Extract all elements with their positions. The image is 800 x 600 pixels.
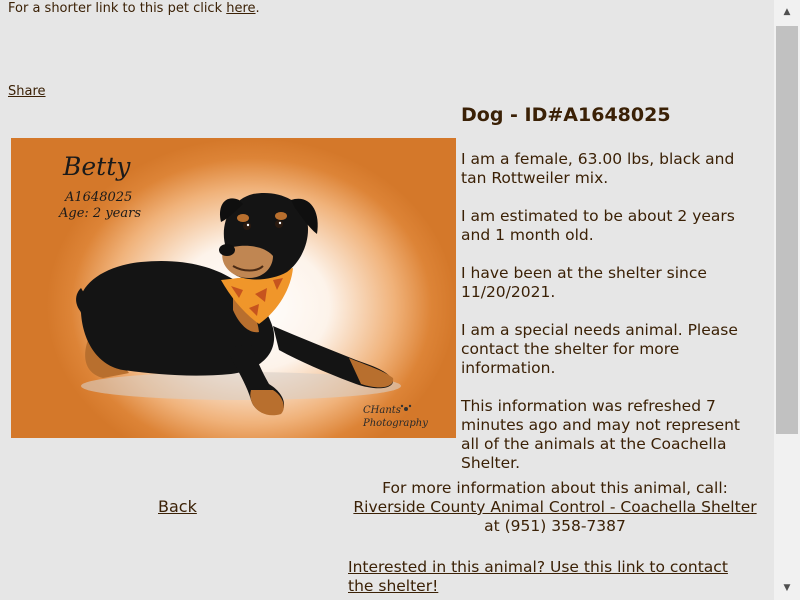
- photo-pet-id: A1648025: [65, 190, 133, 205]
- back-link[interactable]: Back: [158, 497, 197, 516]
- info-age: I am estimated to be about 2 years and 1…: [461, 207, 735, 244]
- photo-credit-line1: CHants: [363, 405, 401, 416]
- short-link-here[interactable]: here: [226, 1, 255, 16]
- page-viewport: For a shorter link to this pet click her…: [0, 0, 774, 600]
- short-link-suffix: .: [255, 1, 260, 16]
- shelter-link[interactable]: Riverside County Animal Control - Coache…: [353, 498, 756, 516]
- info-intake-date: I have been at the shelter since 11/20/2…: [461, 264, 707, 301]
- info-description: I am a female, 63.00 lbs, black and tan …: [461, 150, 735, 187]
- pet-heading: Dog - ID#A1648025: [461, 104, 671, 126]
- info-special-needs: I am a special needs animal. Please cont…: [461, 321, 738, 377]
- photo-credit-line2: Photography: [363, 418, 428, 429]
- pet-info: I am a female, 63.00 lbs, black and tan …: [461, 150, 761, 492]
- pet-photo: Betty A1648025 Age: 2 years CHants Photo…: [11, 138, 456, 438]
- shelter-phone: at (951) 358-7387: [484, 517, 626, 535]
- scroll-up-arrow-icon[interactable]: ▲: [774, 2, 800, 22]
- photo-pet-name: Betty: [63, 152, 131, 181]
- contact-shelter-link[interactable]: Interested in this animal? Use this link…: [348, 558, 758, 596]
- short-link-line: For a shorter link to this pet click her…: [8, 1, 260, 16]
- photo-credit: CHants Photography: [363, 404, 433, 430]
- scroll-thumb[interactable]: [776, 26, 798, 434]
- contact-intro: For more information about this animal, …: [382, 479, 728, 497]
- vertical-scrollbar[interactable]: ▲ ▼: [774, 0, 800, 600]
- info-refresh-note: This information was refreshed 7 minutes…: [461, 397, 740, 472]
- scroll-down-arrow-icon[interactable]: ▼: [774, 578, 800, 598]
- short-link-prefix: For a shorter link to this pet click: [8, 1, 227, 16]
- photo-pet-age: Age: 2 years: [59, 206, 141, 221]
- dog-illustration: [76, 193, 412, 416]
- contact-info: For more information about this animal, …: [345, 479, 765, 536]
- share-link[interactable]: Share: [8, 84, 46, 99]
